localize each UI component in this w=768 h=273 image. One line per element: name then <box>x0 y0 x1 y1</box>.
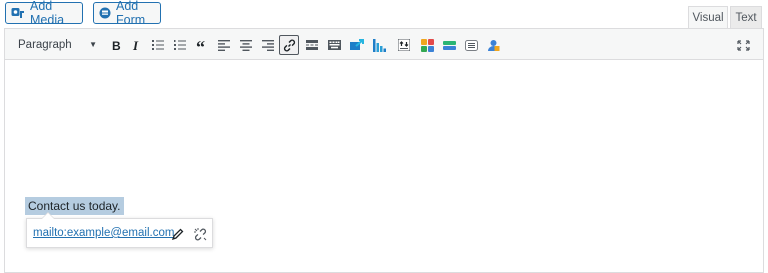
bulleted-list-button[interactable] <box>148 35 168 55</box>
edit-link-button[interactable] <box>169 225 187 243</box>
svg-text:B: B <box>112 39 121 51</box>
green-bar-button[interactable] <box>439 35 459 55</box>
chart-button[interactable] <box>369 35 389 55</box>
bold-icon: B <box>112 39 121 51</box>
editor-toolbar: Paragraph ▼ B I “ <box>5 29 763 60</box>
svg-text:I: I <box>132 39 139 51</box>
blockquote-button[interactable]: “ <box>192 35 212 55</box>
toolbar-toggle-button[interactable] <box>324 35 344 55</box>
chevron-down-icon: ▼ <box>89 40 97 49</box>
svg-text:“: “ <box>196 40 205 50</box>
plugin-insert-button[interactable] <box>347 35 367 55</box>
format-select[interactable]: Paragraph ▼ <box>11 35 103 55</box>
plugin-arrow-icon <box>350 39 364 50</box>
read-more-icon <box>306 40 318 50</box>
add-form-button[interactable]: Add Form <box>93 0 161 27</box>
align-left-icon <box>218 39 230 51</box>
green-bar-icon <box>442 40 456 50</box>
unlink-icon <box>193 227 206 240</box>
link-url[interactable]: mailto:example@email.com <box>33 227 174 239</box>
selected-link-text[interactable]: Contact us today. <box>25 197 124 215</box>
align-right-button[interactable] <box>258 35 278 55</box>
list-box-icon <box>464 39 478 51</box>
align-right-icon <box>262 39 274 51</box>
align-center-button[interactable] <box>236 35 256 55</box>
add-form-label: Add Form <box>116 0 146 27</box>
bulleted-list-icon <box>152 40 164 50</box>
color-grid-icon <box>420 38 434 52</box>
italic-button[interactable]: I <box>126 35 146 55</box>
italic-icon: I <box>132 39 139 51</box>
editor-header: Add Media Add Form Visual Text <box>0 0 768 28</box>
format-select-value: Paragraph <box>18 39 72 51</box>
columns-button[interactable] <box>394 35 414 55</box>
form-icon <box>99 7 111 19</box>
tab-visual[interactable]: Visual <box>688 6 728 28</box>
media-icon <box>11 7 25 20</box>
numbered-list-button[interactable] <box>170 35 190 55</box>
numbered-list-icon <box>174 40 186 50</box>
keyboard-icon <box>327 40 341 50</box>
user-lock-icon <box>487 39 499 51</box>
list-box-button[interactable] <box>461 35 481 55</box>
remove-link-button[interactable] <box>191 225 209 243</box>
user-lock-button[interactable] <box>483 35 503 55</box>
add-media-label: Add Media <box>30 0 65 27</box>
link-icon <box>283 39 295 51</box>
quote-icon: “ <box>196 40 205 50</box>
bar-chart-icon <box>372 38 386 52</box>
align-center-icon <box>240 39 252 51</box>
fullscreen-icon <box>736 39 750 51</box>
tab-text[interactable]: Text <box>730 6 762 28</box>
pencil-icon <box>172 228 184 240</box>
align-left-button[interactable] <box>214 35 234 55</box>
columns-icon <box>398 39 410 51</box>
fullscreen-button[interactable] <box>733 35 753 55</box>
insert-link-button[interactable] <box>279 35 299 55</box>
add-media-button[interactable]: Add Media <box>5 0 83 27</box>
read-more-button[interactable] <box>302 35 322 55</box>
link-toolbar-popup: mailto:example@email.com <box>26 212 213 248</box>
color-grid-button[interactable] <box>417 35 437 55</box>
bold-button[interactable]: B <box>106 35 126 55</box>
